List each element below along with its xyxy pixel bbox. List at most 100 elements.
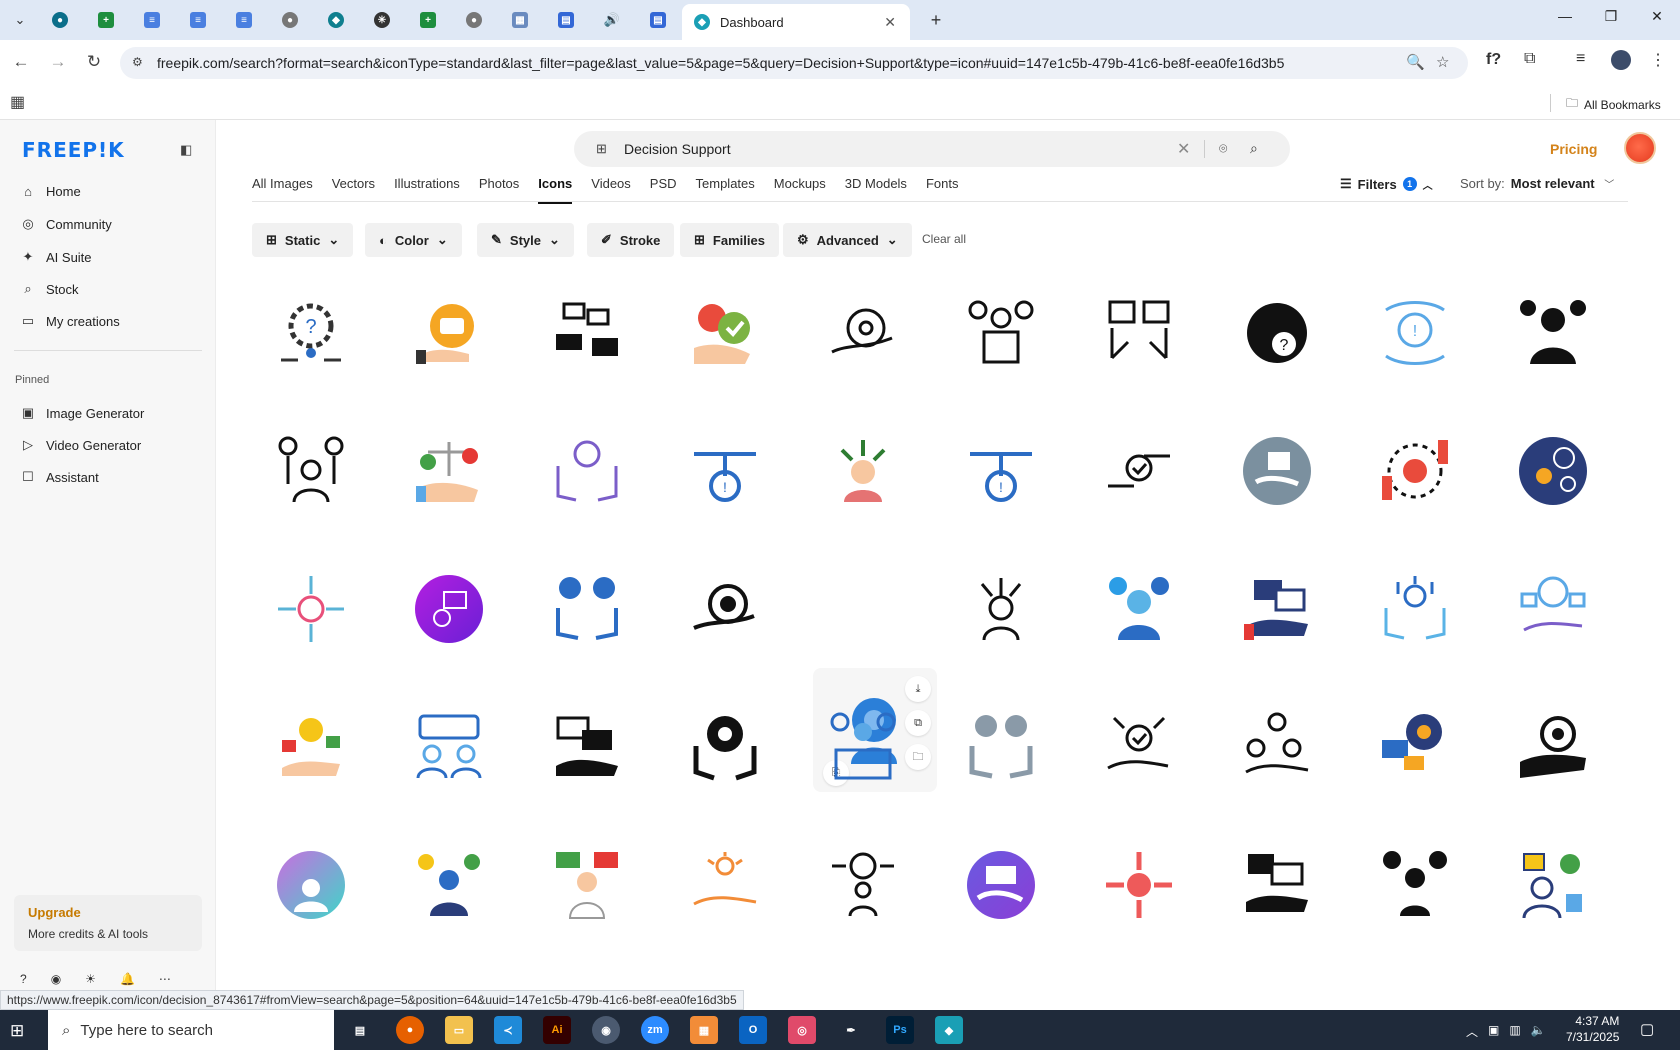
filter-families[interactable]: ⊞ Families [680,223,779,257]
windows-start-icon[interactable]: ⊞ [10,1021,24,1041]
browser-tab[interactable]: ● [276,6,304,34]
sidebar-item-assistant[interactable]: ☐ Assistant [20,469,99,485]
icon-result[interactable]: ! [936,406,1066,536]
icon-result[interactable] [1212,682,1342,812]
taskbar-clock[interactable]: 4:37 AM 7/31/2025 [1566,1013,1619,1045]
icon-result[interactable] [660,820,790,950]
icon-result[interactable] [1074,682,1204,812]
zoom-icon[interactable]: 🔍 [1406,53,1425,71]
pen-tool-icon[interactable]: ✒ [837,1016,865,1044]
icon-result[interactable] [1212,544,1342,674]
sidebar-item-my-creations[interactable]: ▭ My creations [20,313,120,329]
icon-result[interactable] [522,268,652,398]
browser-menu-icon[interactable]: ⋮ [1650,50,1666,70]
extensions-puzzle-icon[interactable]: ⧉ [1524,50,1535,68]
new-tab-button[interactable]: + [924,6,948,34]
browser-tab[interactable]: ≡ [230,6,258,34]
browser-tab[interactable]: 🔊 [598,6,626,34]
icon-result[interactable] [660,544,790,674]
icon-result[interactable] [936,820,1066,950]
browser-tab[interactable]: ✳ [368,6,396,34]
tab-illustrations[interactable]: Illustrations [394,176,460,204]
tray-app-icon[interactable]: ▣ [1488,1023,1499,1040]
icon-result[interactable]: ? [1212,268,1342,398]
sort-dropdown[interactable]: Sort by: Most relevant ﹀ [1460,176,1614,191]
theme-sun-icon[interactable]: ☀ [85,972,96,986]
task-view-icon[interactable]: ▤ [346,1016,374,1044]
browser-tab[interactable]: ▤ [552,6,580,34]
icon-result[interactable] [1488,268,1618,398]
icon-result[interactable] [1212,406,1342,536]
sidebar-item-video-generator[interactable]: ▷ Video Generator [20,437,141,453]
search-type-icon[interactable]: ⊞ [596,141,607,157]
browser-tab[interactable]: ◆ [322,6,350,34]
filter-static[interactable]: ⊞ Static ⌄ [252,223,354,257]
icon-result[interactable] [384,406,514,536]
search-input[interactable]: Decision Support [624,141,731,157]
close-tab-icon[interactable]: ✕ [884,14,896,31]
dashboard-app-icon[interactable]: ◆ [935,1016,963,1044]
browser-tab[interactable]: ▦ [506,6,534,34]
volume-icon[interactable]: 🔈 [1531,1023,1546,1040]
icon-result[interactable]: ! [1350,268,1480,398]
minimize-icon[interactable]: — [1550,8,1580,24]
tab-mockups[interactable]: Mockups [774,176,826,204]
icon-result[interactable] [1350,544,1480,674]
icon-result[interactable] [798,268,928,398]
active-browser-tab[interactable]: ◆ Dashboard ✕ [682,4,910,40]
sidebar-item-image-generator[interactable]: ▣ Image Generator [20,405,144,421]
sidebar-item-stock[interactable]: ⌕ Stock [20,281,78,297]
icon-result[interactable] [246,682,376,812]
browser-tab[interactable]: ● [460,6,488,34]
icon-result[interactable] [1488,544,1618,674]
icon-result[interactable] [1074,820,1204,950]
illustrator-icon[interactable]: Ai [543,1016,571,1044]
apps-grid-icon[interactable]: ▦ [10,92,25,112]
site-info-icon[interactable]: ⚙ [132,55,143,69]
clear-all-filters[interactable]: Clear all [922,232,966,246]
icon-result[interactable] [246,820,376,950]
sidebar-item-community[interactable]: ◎ Community [20,216,111,232]
icon-result[interactable] [384,820,514,950]
tab-fonts[interactable]: Fonts [926,176,959,204]
browser-tab[interactable]: ▤ [644,6,672,34]
omnibox[interactable]: ⚙ freepik.com/search?format=search&iconT… [120,47,1468,79]
filter-style[interactable]: ✎ Style ⌄ [477,223,574,257]
icon-result[interactable]: ? [246,268,376,398]
icon-result[interactable] [522,682,652,812]
browser-tab[interactable]: + [414,6,442,34]
vscode-icon[interactable]: ≺ [494,1016,522,1044]
bell-icon[interactable]: 🔔 [120,972,135,986]
maximize-icon[interactable]: ❐ [1596,8,1626,25]
browser-tab[interactable]: ● [46,6,74,34]
icon-result[interactable] [660,268,790,398]
search-bar[interactable]: ⊞ Decision Support ✕ ⌾ ⌕ [574,131,1290,167]
chrome-icon[interactable]: ◉ [592,1016,620,1044]
icon-result[interactable] [1350,406,1480,536]
tab-all-images[interactable]: All Images [252,176,313,204]
all-bookmarks-button[interactable]: 🗀 All Bookmarks [1566,94,1661,115]
icon-result[interactable] [1350,820,1480,950]
font-extension-icon[interactable]: f? [1486,51,1501,69]
icon-result[interactable] [384,268,514,398]
icon-result[interactable] [522,820,652,950]
network-icon[interactable]: ▥ [1509,1023,1520,1040]
user-avatar[interactable] [1624,132,1656,164]
sidebar-item-ai-suite[interactable]: ✦ AI Suite [20,249,92,265]
icon-result[interactable] [1488,406,1618,536]
icon-result[interactable] [1488,682,1618,812]
icon-result[interactable] [384,544,514,674]
filters-button[interactable]: ☰ Filters 1 ︿ [1340,176,1433,192]
app-grid-icon[interactable]: ▦ [690,1016,718,1044]
tab-templates[interactable]: Templates [696,176,755,204]
notifications-icon[interactable]: ▢ [1640,1020,1654,1038]
tab-search-dropdown[interactable]: ⌄ [8,6,32,34]
url-text[interactable]: freepik.com/search?format=search&iconTyp… [157,55,1284,71]
icon-result[interactable] [1074,406,1204,536]
browser-tab[interactable]: ≡ [184,6,212,34]
filter-color[interactable]: ◐ Color ⌄ [365,223,462,257]
tab-3d-models[interactable]: 3D Models [845,176,907,204]
tab-psd[interactable]: PSD [650,176,677,204]
zoom-app-icon[interactable]: zm [641,1016,669,1044]
icon-result[interactable] [1350,682,1480,812]
